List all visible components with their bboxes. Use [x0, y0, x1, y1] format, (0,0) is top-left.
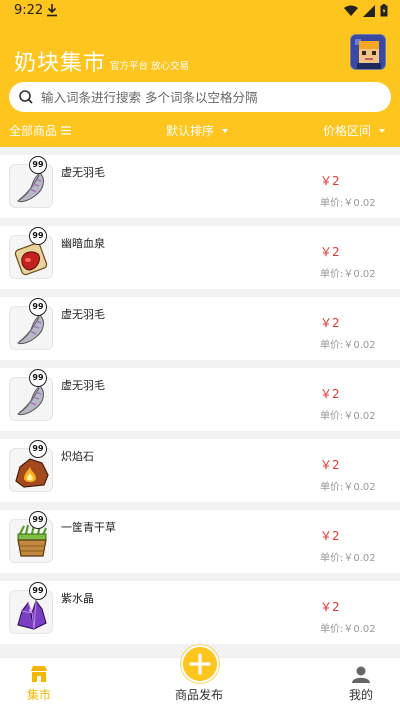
chevron-down-icon — [222, 128, 229, 133]
list-item[interactable]: 99 紫水晶 ￥2 单价:￥0.02 — [0, 581, 400, 644]
all-goods-filter[interactable]: 全部商品 — [9, 122, 72, 139]
tab-publish-label: 商品发布 — [175, 688, 224, 702]
item-unit-price: 单价:￥0.02 — [320, 198, 376, 209]
item-name: 紫水晶 — [61, 592, 94, 605]
filter-bar: 全部商品 默认排序 价格区间 — [0, 120, 400, 142]
status-time: 9:22 — [14, 3, 44, 18]
avatar[interactable] — [350, 34, 386, 70]
item-unit-price: 单价:￥0.02 — [320, 624, 376, 635]
list-item[interactable]: 99 一筐青干草 ￥2 单价:￥0.02 — [0, 510, 400, 573]
quantity-badge: 99 — [29, 227, 47, 245]
item-price: ￥2 — [320, 174, 340, 188]
page-title: 奶块集市 — [14, 51, 107, 76]
tab-market[interactable]: 集市 — [14, 658, 64, 711]
item-name: 一筐青干草 — [61, 521, 116, 534]
item-price: ￥2 — [320, 316, 340, 330]
quantity-badge: 99 — [29, 511, 47, 529]
item-name: 虚无羽毛 — [61, 379, 105, 392]
item-unit-price: 单价:￥0.02 — [320, 482, 376, 493]
item-unit-price: 单价:￥0.02 — [320, 553, 376, 564]
plus-icon — [189, 653, 211, 675]
quantity-badge: 99 — [29, 440, 47, 458]
search-bar[interactable] — [9, 82, 391, 112]
item-price: ￥2 — [320, 387, 340, 401]
search-icon — [19, 90, 33, 104]
item-price: ￥2 — [320, 529, 340, 543]
battery-icon — [380, 4, 388, 17]
price-range-label: 价格区间 — [323, 124, 372, 138]
store-icon — [31, 666, 47, 682]
signal-icon — [363, 4, 375, 17]
quantity-badge: 99 — [29, 298, 47, 316]
item-price: ￥2 — [320, 458, 340, 472]
sort-filter[interactable]: 默认排序 — [166, 122, 229, 139]
status-bar: 9:22 — [0, 0, 400, 24]
tab-mine-label: 我的 — [349, 688, 374, 702]
quantity-badge: 99 — [29, 369, 47, 387]
item-name: 虚无羽毛 — [61, 166, 105, 179]
item-price: ￥2 — [320, 245, 340, 259]
tab-mine[interactable]: 我的 — [336, 658, 386, 711]
item-name: 虚无羽毛 — [61, 308, 105, 321]
item-price: ￥2 — [320, 600, 340, 614]
app-header: 9:22 奶块集市 官方平台 放心交易 输入词条进行搜索 多个词条以空格分隔 全… — [0, 0, 400, 147]
list-item[interactable]: 99 炽焰石 ￥2 单价:￥0.02 — [0, 439, 400, 502]
item-name: 炽焰石 — [61, 450, 94, 463]
list-item[interactable]: 99 虚无羽毛 ￥2 单价:￥0.02 — [0, 368, 400, 431]
quantity-badge: 99 — [29, 156, 47, 174]
quantity-badge: 99 — [29, 582, 47, 600]
avatar-image — [351, 35, 385, 69]
tab-market-label: 集市 — [27, 688, 52, 702]
search-input[interactable] — [41, 86, 381, 108]
list-item[interactable]: 99 幽暗血泉 ￥2 单价:￥0.02 — [0, 226, 400, 289]
item-unit-price: 单价:￥0.02 — [320, 411, 376, 422]
menu-icon — [61, 126, 72, 135]
publish-button[interactable] — [181, 645, 219, 683]
all-goods-label: 全部商品 — [9, 124, 58, 138]
page-subtitle: 官方平台 放心交易 — [110, 61, 190, 72]
sort-label: 默认排序 — [166, 124, 215, 138]
item-name: 幽暗血泉 — [61, 237, 105, 250]
item-unit-price: 单价:￥0.02 — [320, 340, 376, 351]
item-unit-price: 单价:￥0.02 — [320, 269, 376, 280]
list-item[interactable]: 99 虚无羽毛 ￥2 单价:￥0.02 — [0, 297, 400, 360]
download-icon — [47, 4, 57, 17]
list-item[interactable]: 99 虚无羽毛 ￥2 单价:￥0.02 — [0, 155, 400, 218]
wifi-icon — [344, 5, 358, 16]
user-icon — [352, 666, 370, 683]
price-range-filter[interactable]: 价格区间 — [323, 122, 386, 139]
chevron-down-icon — [379, 128, 386, 133]
